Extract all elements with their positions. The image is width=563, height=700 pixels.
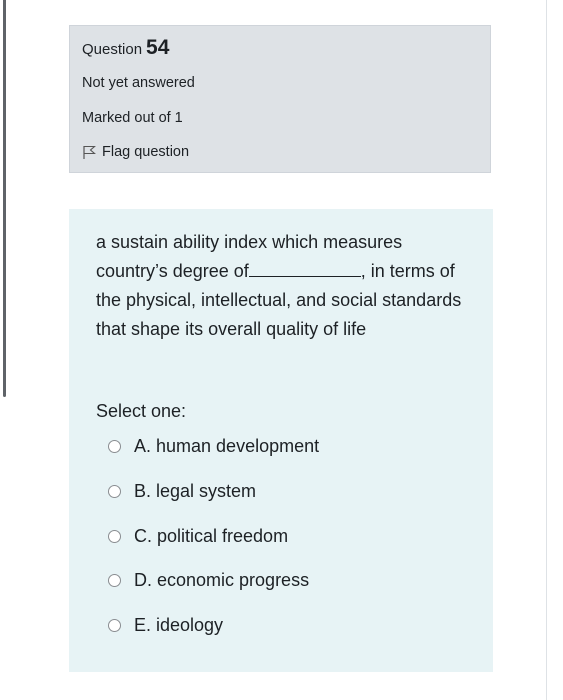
question-grade: Marked out of 1 — [82, 110, 183, 126]
answer-label: B. legal system — [134, 481, 257, 501]
flag-question-link[interactable]: Flag question — [82, 144, 189, 160]
question-state: Not yet answered — [82, 75, 195, 91]
question-title: Question 54 — [82, 36, 169, 60]
fill-in-blank — [248, 275, 361, 277]
question-label: Question — [82, 41, 143, 58]
scroll-indicator[interactable] — [3, 0, 6, 397]
radio-button[interactable] — [108, 530, 121, 543]
answer-option-a[interactable]: A. human development — [108, 436, 319, 457]
page-divider — [546, 0, 547, 700]
answer-label: E. ideology — [134, 615, 224, 635]
select-prompt: Select one: — [96, 401, 187, 421]
question-number: 54 — [146, 36, 170, 59]
question-content: a sustain ability index which measures c… — [69, 209, 493, 672]
question-info-panel: Question 54 Not yet answered Marked out o… — [69, 25, 491, 173]
question-text: a sustain ability index which measures c… — [96, 228, 468, 344]
flag-icon — [83, 145, 96, 159]
question-text-before: a sustain ability index which measures c… — [96, 232, 403, 281]
answer-option-b[interactable]: B. legal system — [108, 481, 256, 502]
radio-button[interactable] — [108, 619, 121, 632]
radio-button[interactable] — [108, 574, 121, 587]
flag-question-label: Flag question — [102, 144, 190, 160]
answer-label: C. political freedom — [134, 526, 289, 546]
radio-button[interactable] — [108, 440, 121, 453]
radio-button[interactable] — [108, 485, 121, 498]
answer-option-e[interactable]: E. ideology — [108, 615, 223, 636]
answer-option-c[interactable]: C. political freedom — [108, 526, 288, 547]
answer-option-d[interactable]: D. economic progress — [108, 570, 309, 591]
answer-label: D. economic progress — [134, 570, 310, 590]
answer-label: A. human development — [134, 436, 320, 456]
